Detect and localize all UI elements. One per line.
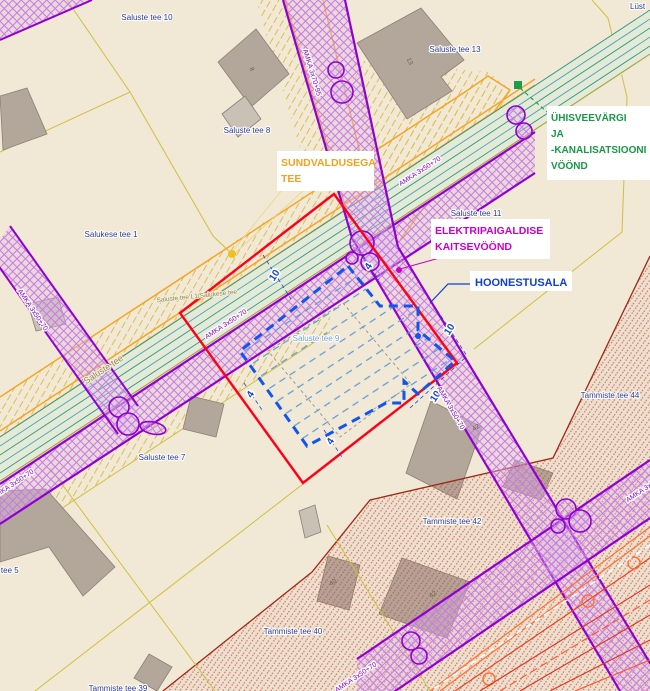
annotation-text: JA [551,129,564,140]
parcel-label: Tammiste tee 42 [423,517,482,526]
annotation-sundvaldusega-tee: SUNDVALDUSEGA TEE [277,151,376,191]
detail-plan-map: 10 4 10 10 4 4 AMKA 3x70+95 AMKA 3x50+70… [0,0,650,691]
parcel-label: Saluste tee 7 [139,453,186,462]
parcel-label: Saluste tee 10 [121,13,173,22]
parcel-label: Saluste tee 11 [451,209,502,218]
annotation-text: TEE [281,173,301,185]
building [183,396,224,437]
annotation-text: ELEKTRIPAIGALDISE [435,225,543,237]
parcel-label: Saluste tee 9 [293,334,340,343]
leader-dot [228,250,236,258]
marker-dot-magenta [396,267,402,273]
annotation-text: VÖÖND [551,159,588,172]
marker-dot-blue [415,333,421,339]
parcel-label: Saluste tee 8 [224,126,271,135]
annotation-text: ÜHISVEEVÄRGI [551,111,627,124]
parcel-label: Tammiste tee 39 [89,684,148,691]
parcel-label: Lüst [630,2,646,11]
parcel-label: Saluste tee 13 [429,45,481,54]
green-node-square [514,81,522,89]
annotation-text: HOONESTUSALA [475,277,567,289]
parcel-label: Salukese tee 1 [85,230,138,239]
parcel-label: Tammiste tee 40 [264,627,323,636]
parcel-label: Saluste tee 5 [0,566,19,575]
annotation-text: SUNDVALDUSEGA [281,157,376,169]
annotation-text: KAITSEVÖÖND [435,240,512,253]
annotation-text: -KANALISATSIOONI [551,145,647,156]
annotation-uhisveevargi: ÜHISVEEVÄRGI JA -KANALISATSIOONI VÖÖND [547,106,650,180]
map-canvas: 10 4 10 10 4 4 AMKA 3x70+95 AMKA 3x50+70… [0,0,650,691]
parcel-label: Tammiste tee 44 [581,391,640,400]
